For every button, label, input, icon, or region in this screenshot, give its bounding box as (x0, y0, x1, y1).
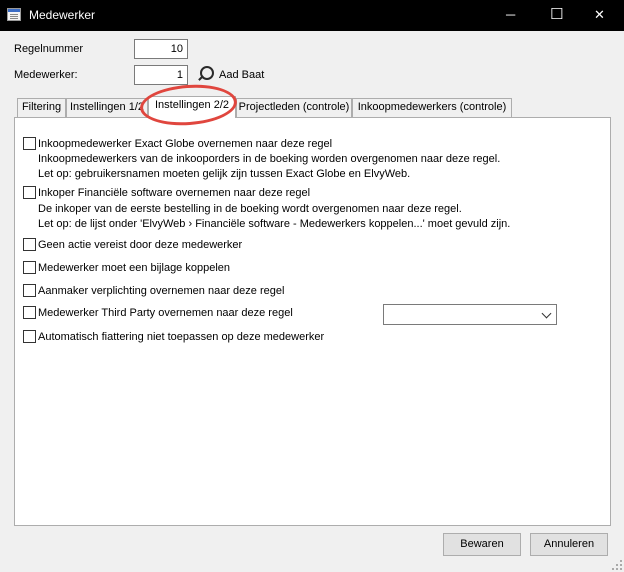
save-button[interactable]: Bewaren (443, 533, 521, 556)
minimize-button[interactable]: ─ (488, 0, 534, 31)
checkbox-fiattering[interactable] (23, 330, 36, 343)
option-description: Let op: gebruikersnamen moeten gelijk zi… (38, 168, 411, 180)
close-icon: ✕ (594, 7, 605, 22)
option-label-inkoopmedewerker-exact[interactable]: Inkoopmedewerker Exact Globe overnemen n… (38, 138, 332, 150)
tab-filtering[interactable]: Filtering (17, 98, 66, 117)
regelnummer-input[interactable]: 10 (134, 39, 188, 59)
option-description: Inkoopmedewerkers van de inkooporders in… (38, 153, 501, 165)
title-bar[interactable]: Medewerker ─ ☐ ✕ (0, 0, 624, 31)
minimize-icon: ─ (506, 7, 516, 22)
checkbox-inkoper-financieel[interactable] (23, 186, 36, 199)
checkbox-geen-actie[interactable] (23, 238, 36, 251)
medewerker-label: Medewerker: (14, 69, 78, 81)
option-description: De inkoper van de eerste bestelling in d… (38, 203, 462, 215)
checkbox-third-party[interactable] (23, 306, 36, 319)
option-label-bijlage-koppelen[interactable]: Medewerker moet een bijlage koppelen (38, 262, 230, 274)
magnifier-icon[interactable] (200, 66, 214, 80)
option-label-fiattering[interactable]: Automatisch fiattering niet toepassen op… (38, 331, 324, 343)
chevron-down-icon (541, 308, 552, 319)
tab-projectleden[interactable]: Projectleden (controle) (236, 98, 352, 117)
checkbox-bijlage-koppelen[interactable] (23, 261, 36, 274)
medewerker-name: Aad Baat (219, 69, 265, 81)
resize-grip[interactable] (612, 560, 622, 570)
close-button[interactable]: ✕ (578, 0, 624, 31)
option-description: Let op: de lijst onder 'ElvyWeb › Financ… (38, 218, 511, 230)
option-label-geen-actie[interactable]: Geen actie vereist door deze medewerker (38, 239, 242, 251)
maximize-button[interactable]: ☐ (534, 0, 580, 31)
option-label-aanmaker-verplichting[interactable]: Aanmaker verplichting overnemen naar dez… (38, 285, 284, 297)
checkbox-aanmaker-verplichting[interactable] (23, 284, 36, 297)
medewerker-input[interactable]: 1 (134, 65, 188, 85)
cancel-button[interactable]: Annuleren (530, 533, 608, 556)
regelnummer-label: Regelnummer (14, 43, 84, 55)
option-label-inkoper-financieel[interactable]: Inkoper Financiële software overnemen na… (38, 187, 310, 199)
tab-inkoopmedewerkers[interactable]: Inkoopmedewerkers (controle) (352, 98, 512, 117)
tab-instellingen-1[interactable]: Instellingen 1/2 (66, 98, 148, 117)
window-icon (7, 8, 21, 21)
checkbox-inkoopmedewerker-exact[interactable] (23, 137, 36, 150)
maximize-icon: ☐ (550, 6, 564, 23)
third-party-select[interactable] (383, 304, 557, 325)
window-title: Medewerker (29, 8, 96, 22)
option-label-third-party[interactable]: Medewerker Third Party overnemen naar de… (38, 307, 293, 319)
